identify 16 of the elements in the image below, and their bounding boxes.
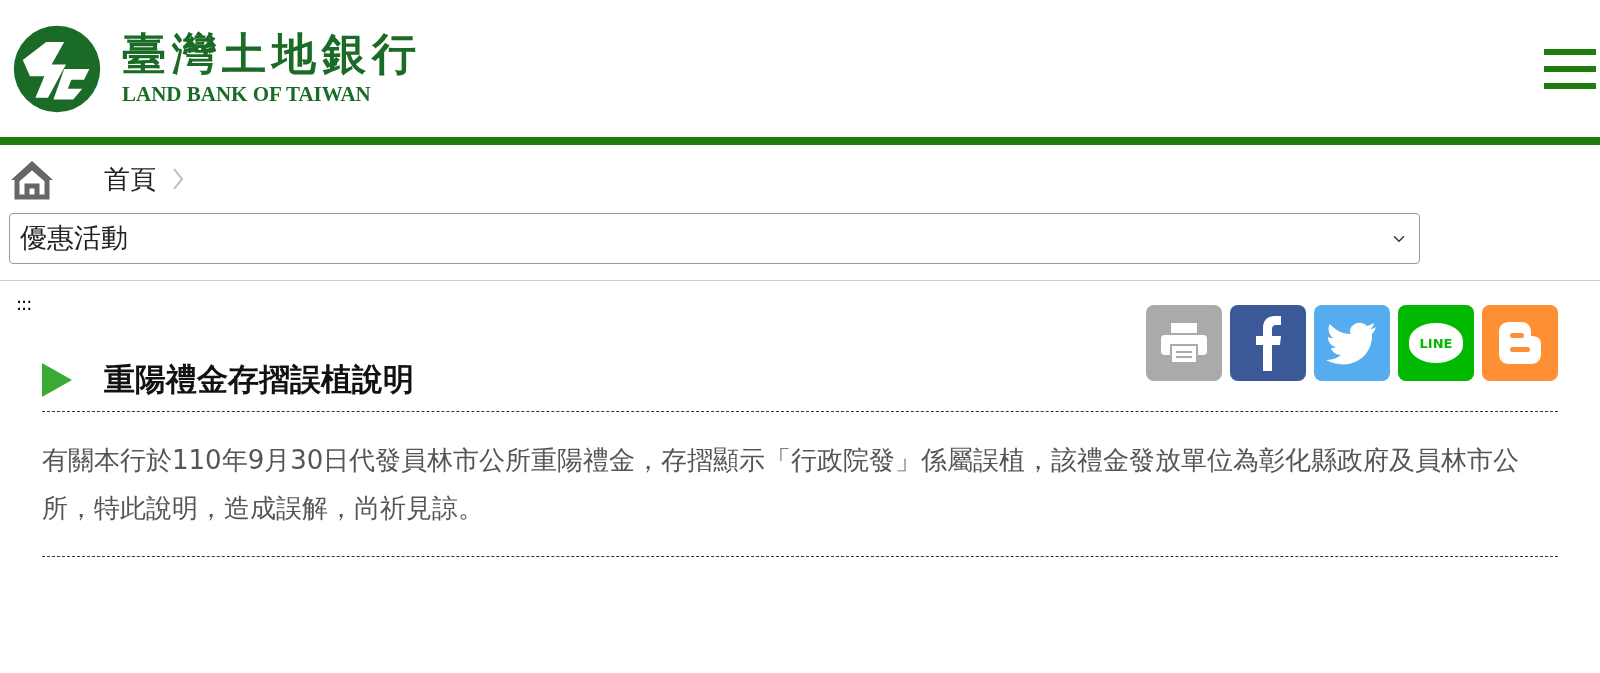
article-title: 重陽禮金存摺誤植說明 [104, 361, 414, 399]
play-icon [42, 363, 72, 397]
menu-icon[interactable] [1544, 48, 1596, 89]
bank-logo-icon [12, 23, 102, 114]
facebook-button[interactable] [1230, 305, 1306, 382]
blogger-icon [1497, 320, 1543, 367]
chevron-icon [172, 166, 184, 192]
facebook-icon [1253, 315, 1283, 372]
bank-name: 臺灣土地銀行 [122, 32, 422, 76]
breadcrumb-link[interactable]: 首頁 [104, 159, 156, 199]
bank-english-name: LAND BANK OF TAIWAN [122, 84, 372, 105]
category-select[interactable]: 優惠活動 [9, 213, 1420, 264]
article-body: 有關本行於110年9月30日代發員林市公所重陽禮金，存摺顯示「行政院發」係屬誤植，該禮金發放單位為彰化縣政府及員林市公所，特此說明，造成誤解，尚祈見諒。 [42, 443, 1521, 525]
speech-bubble-icon: LINE [1409, 323, 1463, 364]
accesskey-link[interactable]: ::: [16, 297, 40, 312]
bird-icon [1326, 321, 1378, 366]
